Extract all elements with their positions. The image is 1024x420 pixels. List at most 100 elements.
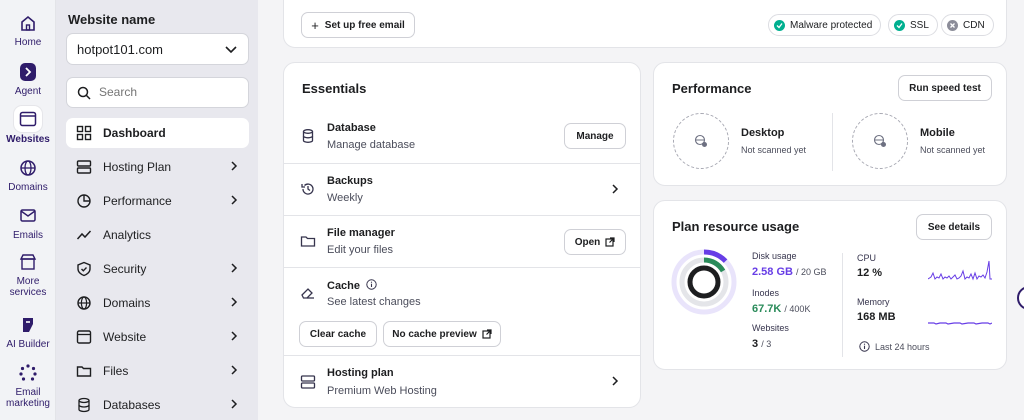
nav-label: Files [103,364,129,378]
essentials-row-cache: Cache See latest changes Clear cache No … [284,267,640,355]
resources-card: Plan resource usage See details Disk usa… [653,200,1007,370]
nav-item-databases[interactable]: Databases [66,390,249,420]
open-label: Open [574,236,601,248]
inodes-total: / 400K [784,304,811,314]
nav-item-analytics[interactable]: Analytics [66,220,249,250]
resources-title: Plan resource usage [672,219,800,234]
run-speed-test-button[interactable]: Run speed test [898,75,992,101]
row-sub: Manage database [327,139,416,151]
database-icon [302,129,314,143]
performance-card: Performance Run speed test Desktop Not s… [653,62,1007,186]
inodes-value: 67.7K / 400K [752,303,810,315]
clear-cache-button[interactable]: Clear cache [299,321,377,347]
nav-item-domains[interactable]: Domains [66,288,249,318]
nav-label: Analytics [103,228,152,242]
search-icon [77,86,91,100]
nav-item-files[interactable]: Files [66,356,249,386]
x-icon [947,19,958,31]
row-sub: Weekly [327,192,363,204]
cpu-sparkline [928,260,992,281]
setup-email-button[interactable]: + Set up free email [301,12,415,38]
chevron-down-icon [225,46,237,54]
home-icon [21,15,35,31]
mail-icon [20,209,36,222]
rail-label: services [9,287,47,298]
disk-total: / 20 GB [796,267,827,277]
divider [842,253,843,357]
see-details-button[interactable]: See details [916,214,992,240]
essentials-row-database: Database Manage database Manage [284,111,640,163]
manage-button[interactable]: Manage [564,123,626,149]
website-select[interactable]: hotpot101.com [66,33,249,65]
plus-icon: + [311,17,319,33]
websites-total: / 3 [761,339,772,349]
email-marketing-icon [19,364,37,381]
search-input[interactable] [99,85,239,99]
rail-item-agent[interactable]: Agent [0,61,56,97]
server-icon [76,160,92,174]
website-select-value: hotpot101.com [77,42,164,57]
icon-rail: Home Agent Websites Domains Emails More … [0,0,56,420]
globe-small-icon [873,134,886,147]
nav-label: Performance [103,194,172,208]
trend-icon [76,230,92,240]
rail-item-emails[interactable]: Emails [0,205,56,241]
main-content: + Set up free email Malware protected SS… [258,0,1024,420]
nav-item-website[interactable]: Website [66,322,249,352]
essentials-row-hosting-plan[interactable]: Hosting plan Premium Web Hosting [284,355,640,407]
sidebar: Website name hotpot101.com Dashboard Hos… [56,0,258,420]
nav-label: Databases [103,398,161,412]
server-icon [300,375,316,389]
mobile-label: Mobile [920,127,955,139]
essentials-row-backups[interactable]: Backups Weekly [284,163,640,215]
open-button[interactable]: Open [564,229,626,255]
database-icon [78,397,90,413]
rail-label: Agent [14,86,42,97]
folder-icon [300,236,316,247]
cpu-value: 12 % [857,267,883,279]
mobile-status: Not scanned yet [920,145,986,155]
no-cache-preview-label: No cache preview [392,328,477,340]
essentials-row-file-manager: File manager Edit your files Open [284,215,640,267]
nav-item-hosting-plan[interactable]: Hosting Plan [66,152,249,182]
rail-item-email-marketing[interactable]: Email marketing [0,362,56,409]
chevron-right-icon [231,331,238,341]
check-icon [894,19,905,31]
dashboard-icon [76,125,92,141]
nav-label: Website [103,330,147,344]
globe-icon [77,296,91,310]
no-cache-preview-button[interactable]: No cache preview [383,321,501,347]
store-icon [19,254,37,270]
row-sub: See latest changes [327,296,421,308]
info-icon[interactable] [366,279,377,290]
rail-item-ai-builder[interactable]: AI Builder [0,314,56,350]
setup-email-label: Set up free email [324,19,405,31]
help-chat-button[interactable] [1017,286,1024,310]
rail-item-home[interactable]: Home [0,12,56,48]
chevron-right-icon [612,184,619,194]
chevron-right-icon [231,161,238,171]
row-sub: Edit your files [327,244,394,256]
nav-label: Security [103,262,147,276]
badge-label: Malware protected [790,19,873,31]
divider [832,113,833,171]
row-title: Backups [327,175,373,187]
rail-label: AI Builder [6,339,50,350]
disk-usage-label: Disk usage [752,251,797,261]
row-title: Database [327,122,376,134]
rail-item-websites[interactable]: Websites [0,106,56,145]
rail-label: Email [15,387,41,398]
ai-builder-icon [23,318,33,332]
websites-icon-box [14,106,42,132]
rail-item-domains[interactable]: Domains [0,157,56,193]
rail-item-more-services[interactable]: More services [0,251,56,298]
nav-item-performance[interactable]: Performance [66,186,249,216]
cdn-badge: CDN [941,14,994,36]
nav-item-security[interactable]: Security [66,254,249,284]
rail-label: Domains [8,182,48,193]
memory-sparkline [928,322,992,325]
chevron-right-icon [231,297,238,307]
nav-item-dashboard[interactable]: Dashboard [66,118,249,148]
desktop-status: Not scanned yet [741,145,807,155]
search-box[interactable] [66,77,249,108]
